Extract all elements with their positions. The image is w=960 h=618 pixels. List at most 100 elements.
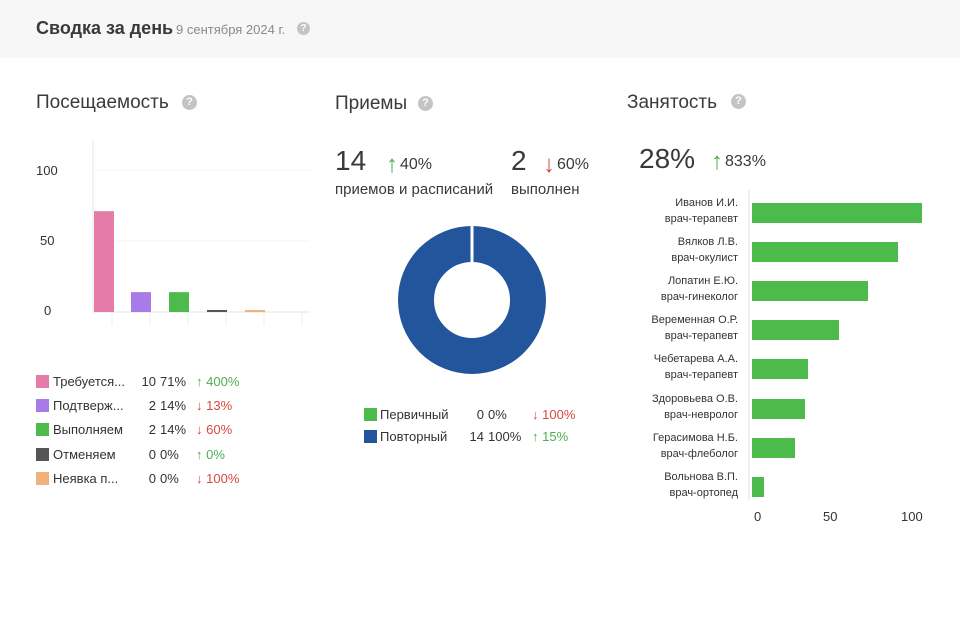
bar (245, 310, 265, 312)
legend-label: Первичный (380, 407, 449, 422)
y-tick-label: 50 (40, 233, 55, 248)
doctor-role: врач-флеболог (660, 448, 738, 460)
occupancy-bar (752, 477, 764, 497)
legend-change: ↓ 13% (196, 398, 233, 413)
bar (94, 211, 114, 312)
summary-date: 9 сентября 2024 г. (176, 22, 286, 37)
doctor-label: Иванов И.И. врач-терапевт (600, 195, 738, 227)
doctor-label: Вялков Л.В. врач-окулист (600, 234, 738, 266)
legend-count: 2 (148, 422, 156, 437)
doctor-label: Лопатин Е.Ю. врач-гинеколог (600, 273, 738, 305)
occupancy-bar (752, 320, 839, 340)
legend-change: ↑ 15% (532, 429, 569, 444)
arrow-up-icon: ↑ (386, 151, 398, 178)
occupancy-help-icon[interactable]: ? (731, 94, 746, 109)
doctor-name: Иванов И.И. (675, 197, 738, 209)
occupancy-bar (752, 281, 868, 301)
occupancy-bar (752, 399, 805, 419)
appointments-total: 14 (335, 145, 367, 176)
arrow-up-icon: ↑ (196, 447, 203, 462)
legend-label: Отменяем (53, 447, 116, 462)
appointments-donut-chart (398, 225, 546, 374)
legend-count: 2 (148, 398, 156, 413)
doctor-label: Вольнова В.П. врач-ортопед (600, 469, 738, 501)
page-title: Сводка за день (36, 18, 174, 38)
legend-swatch (364, 408, 377, 421)
help-icon[interactable]: ? (297, 22, 310, 35)
attendance-bar-chart (92, 140, 310, 325)
doctor-label: Чебетарева А.А. врач-терапевт (600, 351, 738, 383)
legend-swatch (36, 423, 49, 436)
x-tick-label: 50 (823, 509, 838, 524)
legend-change: ↑ 0% (196, 447, 225, 462)
legend-label: Подтверж... (53, 398, 124, 413)
doctor-role: врач-терапевт (664, 213, 738, 225)
bar (169, 292, 189, 312)
arrow-down-icon: ↓ (532, 407, 539, 422)
occupancy-bar (752, 359, 809, 379)
appointments-done: 2 (511, 145, 527, 176)
x-tick-label: 0 (754, 509, 762, 524)
doctor-role: врач-окулист (671, 252, 738, 264)
occupancy-bar (752, 438, 795, 458)
legend-swatch (36, 472, 49, 485)
appointments-title: Приемы (335, 93, 408, 114)
doctor-role: врач-невролог (664, 409, 738, 421)
doctor-role: врач-терапевт (664, 369, 738, 381)
doctor-name: Лопатин Е.Ю. (667, 275, 738, 287)
doctor-name: Здоровьева О.В. (651, 393, 738, 405)
legend-swatch (36, 448, 49, 461)
bar (207, 310, 227, 312)
attendance-title: Посещаемость (36, 92, 169, 113)
doctor-name: Герасимова Н.Б. (652, 432, 738, 444)
arrow-down-icon: ↓ (196, 422, 203, 437)
doctor-name: Вялков Л.В. (677, 236, 738, 248)
summary-header: Сводка за день 9 сентября 2024 г. ? (0, 0, 960, 58)
doctor-label: Веременная О.Р. врач-терапевт (600, 312, 738, 344)
arrow-up-icon: ↑ (196, 374, 203, 389)
legend-percent: 14% (160, 422, 187, 437)
arrow-up-icon: ↑ (711, 148, 723, 175)
occupancy-bar (752, 203, 922, 223)
legend-label: Неявка п... (53, 471, 119, 486)
doctor-role: врач-терапевт (664, 330, 738, 342)
occupancy-change: ↑ 833% (711, 148, 766, 175)
legend-swatch (36, 375, 49, 388)
appointments-total-label: приемов и расписаний (335, 181, 494, 198)
doctor-label: Герасимова Н.Б. врач-флеболог (600, 430, 738, 462)
appointments-done-label: выполнен (511, 181, 580, 198)
arrow-down-icon: ↓ (196, 398, 203, 413)
legend-swatch (36, 399, 49, 412)
legend-change: ↓ 100% (196, 471, 240, 486)
legend-label: Требуется... (53, 374, 126, 389)
doctor-name: Чебетарева А.А. (653, 353, 738, 365)
doctor-role: врач-гинеколог (660, 291, 738, 303)
legend-swatch (364, 430, 377, 443)
arrow-down-icon: ↓ (543, 151, 555, 178)
occupancy-axis-line (748, 190, 750, 500)
legend-change: ↑ 400% (196, 374, 240, 389)
y-tick-label: 100 (36, 163, 58, 178)
legend-count: 0 (476, 407, 484, 422)
legend-count: 10 (141, 374, 156, 389)
legend-percent: 0% (160, 471, 179, 486)
legend-percent: 100% (488, 429, 522, 444)
legend-count: 0 (148, 471, 156, 486)
arrow-down-icon: ↓ (196, 471, 203, 486)
doctor-label: Здоровьева О.В. врач-невролог (600, 391, 738, 423)
x-tick-label: 100 (901, 509, 923, 524)
doctor-role: врач-ортопед (669, 487, 738, 499)
doctor-name: Веременная О.Р. (651, 314, 738, 326)
legend-label: Повторный (380, 429, 448, 444)
legend-count: 0 (148, 447, 156, 462)
legend-percent: 14% (160, 398, 187, 413)
arrow-up-icon: ↑ (532, 429, 539, 444)
appointments-total-change: ↑ 40% (386, 151, 433, 178)
occupancy-value: 28% (639, 143, 696, 174)
bar (131, 292, 151, 312)
y-tick-label: 0 (44, 303, 52, 318)
legend-percent: 71% (160, 374, 187, 389)
doctor-name: Вольнова В.П. (664, 471, 738, 483)
attendance-help-icon[interactable]: ? (182, 95, 197, 110)
appointments-help-icon[interactable]: ? (418, 96, 433, 111)
